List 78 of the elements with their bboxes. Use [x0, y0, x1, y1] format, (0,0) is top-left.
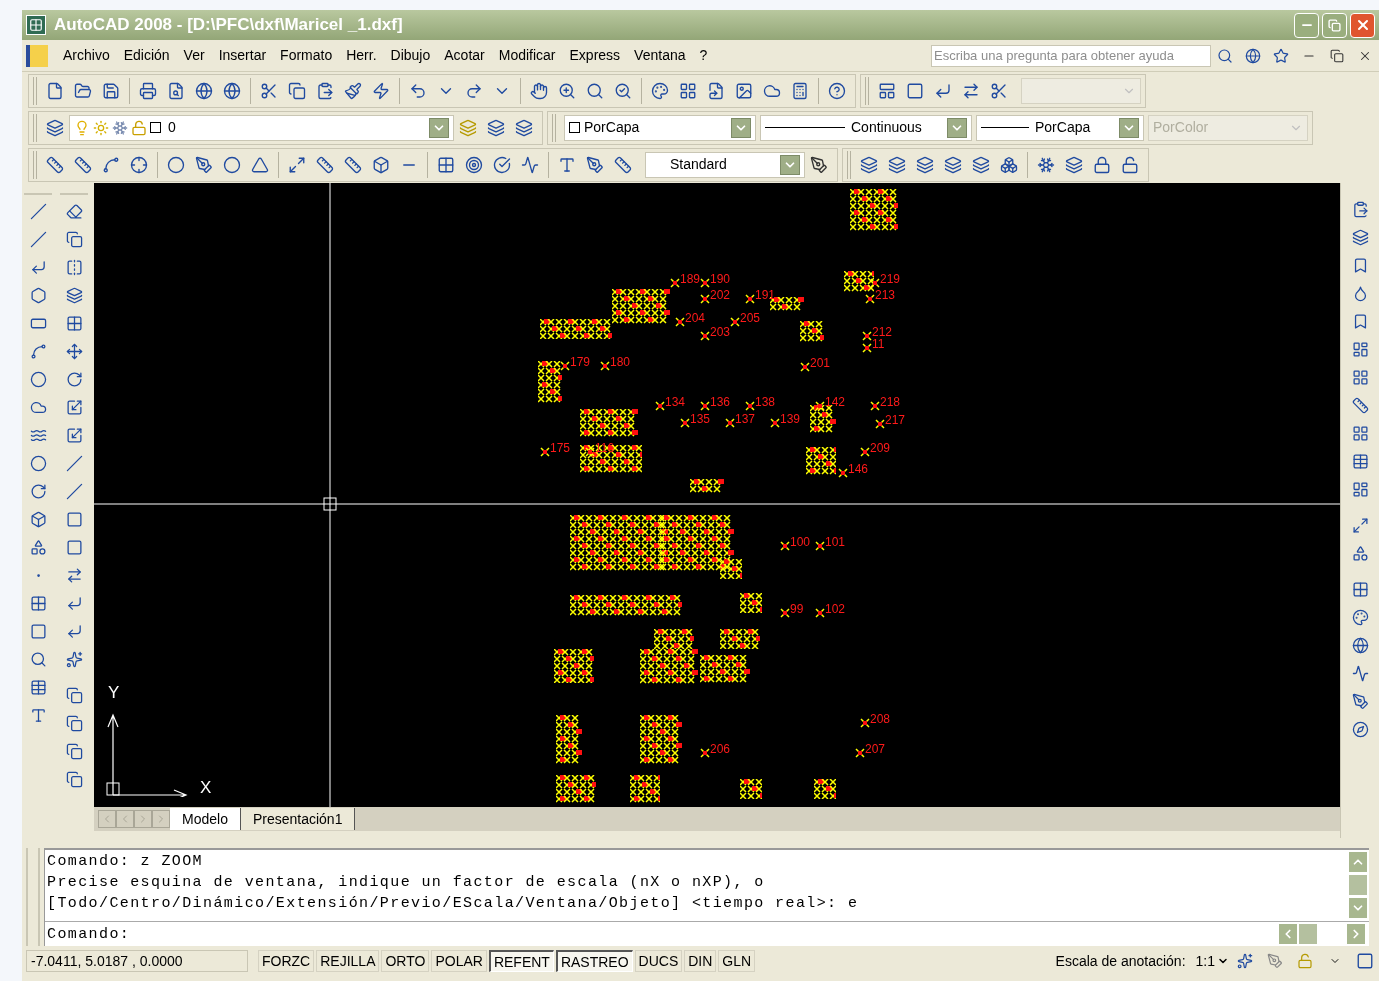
point-label: 146	[848, 463, 869, 476]
menu-item[interactable]: Modificar	[491, 45, 563, 66]
status-toggle[interactable]: POLAR	[431, 950, 487, 972]
menu-item[interactable]: Ventana	[627, 45, 693, 66]
layer-name: 0	[168, 118, 176, 137]
status-toggle[interactable]: DIN	[684, 950, 717, 972]
status-toggle[interactable]: REFENT	[488, 950, 554, 972]
point-label: 190	[710, 273, 731, 286]
point-label: 11	[872, 338, 885, 351]
menu-item[interactable]: Insertar	[211, 45, 274, 66]
point-label: 206	[710, 743, 731, 756]
menu-item[interactable]: Express	[562, 45, 628, 66]
status-toggle[interactable]: REJILLA	[316, 950, 380, 972]
status-toggle[interactable]: RASTREO	[555, 950, 633, 972]
status-toggle[interactable]: DUCS	[634, 950, 683, 972]
menu-item[interactable]: Dibujo	[383, 45, 438, 66]
point-label: 202	[710, 289, 731, 302]
dimension-style-value: Standard	[670, 155, 727, 174]
point-label: 212	[872, 326, 893, 339]
point-label: 139	[780, 413, 801, 426]
dimension-style-dropdown[interactable]: Standard	[645, 151, 805, 178]
point-label: 217	[885, 414, 906, 427]
command-history-line: Precise esquina de ventana, indique un factor de escala (nX o nXP), o	[47, 873, 766, 893]
point-label: 209	[870, 442, 891, 455]
point-label: 213	[875, 289, 896, 302]
point-label: 205	[740, 312, 761, 325]
point-label: 201	[810, 357, 831, 370]
status-toggle[interactable]: GLN	[718, 950, 756, 972]
annotation-scale-label: Escala de anotación:	[1055, 951, 1186, 971]
menu-item[interactable]: Edición	[116, 45, 177, 66]
layout-tab[interactable]: Presentación1	[240, 808, 356, 830]
point-label: 180	[610, 356, 631, 369]
linetype-value: Continuous	[851, 118, 922, 137]
point-label: 207	[865, 743, 886, 756]
menu-item[interactable]: Herr.	[339, 45, 384, 66]
point-label: 189	[680, 273, 701, 286]
point-label: 138	[755, 396, 776, 409]
point-label: 101	[825, 536, 846, 549]
help-search-field[interactable]: Escriba una pregunta para obtener ayuda	[931, 44, 1211, 67]
point-label: 179	[570, 356, 591, 369]
point-label: 204	[685, 312, 706, 325]
menu-item[interactable]: Archivo	[56, 45, 117, 66]
window-title: AutoCAD 2008 - [D:\PFC\dxf\Maricel _1.dxf]	[54, 14, 403, 37]
point-label: 134	[665, 396, 686, 409]
color-value: PorCapa	[584, 118, 640, 137]
ucs-x-label: X	[200, 779, 212, 797]
layout-tab[interactable]: Modelo	[170, 808, 241, 830]
point-label: 208	[870, 713, 891, 726]
ucs-y-label: Y	[108, 684, 120, 702]
point-label: 219	[880, 273, 901, 286]
point-label: 218	[880, 396, 901, 409]
point-label: 136	[710, 396, 731, 409]
menu-item[interactable]: Acotar	[437, 45, 492, 66]
command-history-line: [Todo/Centro/Dinámico/Extensión/Previo/EScala/Ventana/Objeto] <tiempo real>: e	[47, 894, 860, 914]
point-label: 135	[690, 413, 711, 426]
linetype-dropdown[interactable]: Continuous	[760, 114, 972, 141]
status-toggle[interactable]: ORTO	[381, 950, 430, 972]
command-history-line: Comando: z ZOOM	[47, 852, 205, 872]
point-label: 191	[755, 289, 776, 302]
point-label: 175	[550, 442, 571, 455]
menu-item[interactable]: Ver	[176, 45, 212, 66]
status-toggle[interactable]: FORZC	[258, 950, 315, 972]
menu-item[interactable]: ?	[692, 45, 715, 66]
color-dropdown[interactable]: PorCapa	[564, 114, 756, 141]
point-label: 100	[790, 536, 811, 549]
point-label: 102	[825, 603, 846, 616]
point-label: 99	[790, 603, 804, 616]
point-label: 203	[710, 326, 731, 339]
menu-item[interactable]: Formato	[273, 45, 340, 66]
layer-dropdown[interactable]: 0	[69, 114, 454, 141]
coordinates-readout: -7.0411, 5.0187 , 0.0000	[26, 950, 248, 972]
command-prompt[interactable]: Comando:	[47, 923, 1279, 945]
annotation-scale-dropdown[interactable]: 1:1	[1195, 950, 1229, 972]
point-label: 137	[735, 413, 756, 426]
point-label: 142	[825, 396, 846, 409]
lineweight-value: PorCapa	[1035, 118, 1091, 137]
plot-style-value: PorColor	[1153, 118, 1209, 137]
lineweight-dropdown[interactable]: PorCapa	[976, 114, 1144, 141]
